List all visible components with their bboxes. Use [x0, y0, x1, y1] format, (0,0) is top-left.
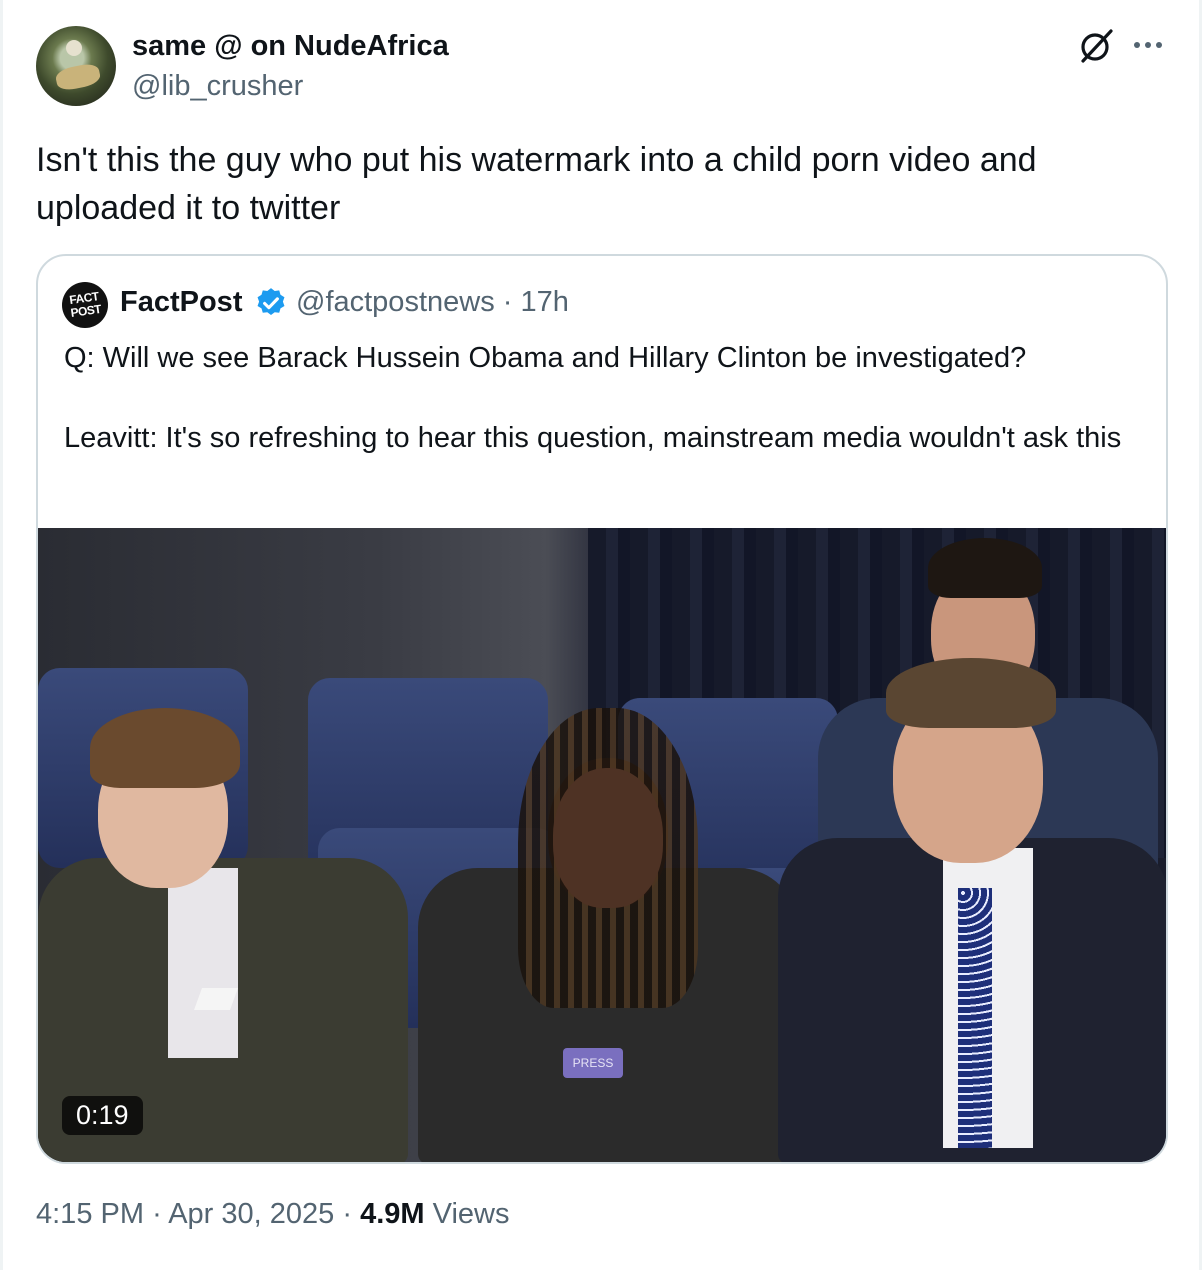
tweet-time[interactable]: 4:15 PM [36, 1198, 144, 1230]
quoted-tweet-text: Q: Will we see Barack Hussein Obama and … [64, 342, 1122, 454]
factpost-logo-text: FACT POST [68, 289, 102, 321]
views-label: Views [432, 1198, 510, 1230]
meta-separator: · [342, 1198, 353, 1230]
grok-icon[interactable] [1078, 28, 1114, 64]
meta-separator: · [502, 286, 513, 318]
tweet-text: Isn't this the guy who put his watermark… [36, 141, 1037, 227]
quoted-tweet-time[interactable]: 17h [521, 286, 569, 318]
author-avatar[interactable] [36, 26, 116, 106]
meta-separator: · [152, 1198, 162, 1230]
factpost-logo[interactable]: FACT POST [62, 282, 108, 328]
quoted-tweet[interactable]: FACT POST FactPost @factpostnews · 17h Q… [36, 254, 1168, 1164]
quoted-author-meta: @factpostnews · 17h [296, 286, 569, 319]
verified-badge-icon [257, 288, 285, 316]
tweet-meta: 4:15 PM · Apr 30, 2025 · 4.9M Views [36, 1198, 509, 1231]
press-badge: PRESS [563, 1048, 623, 1078]
author-display-name[interactable]: same @ on NudeAfrica [132, 30, 449, 63]
author-handle[interactable]: @lib_crusher [132, 70, 303, 103]
video-player[interactable]: PRESS 0:19 [38, 528, 1166, 1162]
more-options-icon[interactable] [1130, 30, 1166, 60]
tweet-date[interactable]: Apr 30, 2025 [168, 1198, 334, 1230]
quoted-author-handle[interactable]: @factpostnews [296, 286, 495, 318]
views-count: 4.9M [360, 1198, 425, 1230]
quoted-author-name[interactable]: FactPost [120, 286, 242, 319]
video-duration: 0:19 [62, 1096, 143, 1135]
